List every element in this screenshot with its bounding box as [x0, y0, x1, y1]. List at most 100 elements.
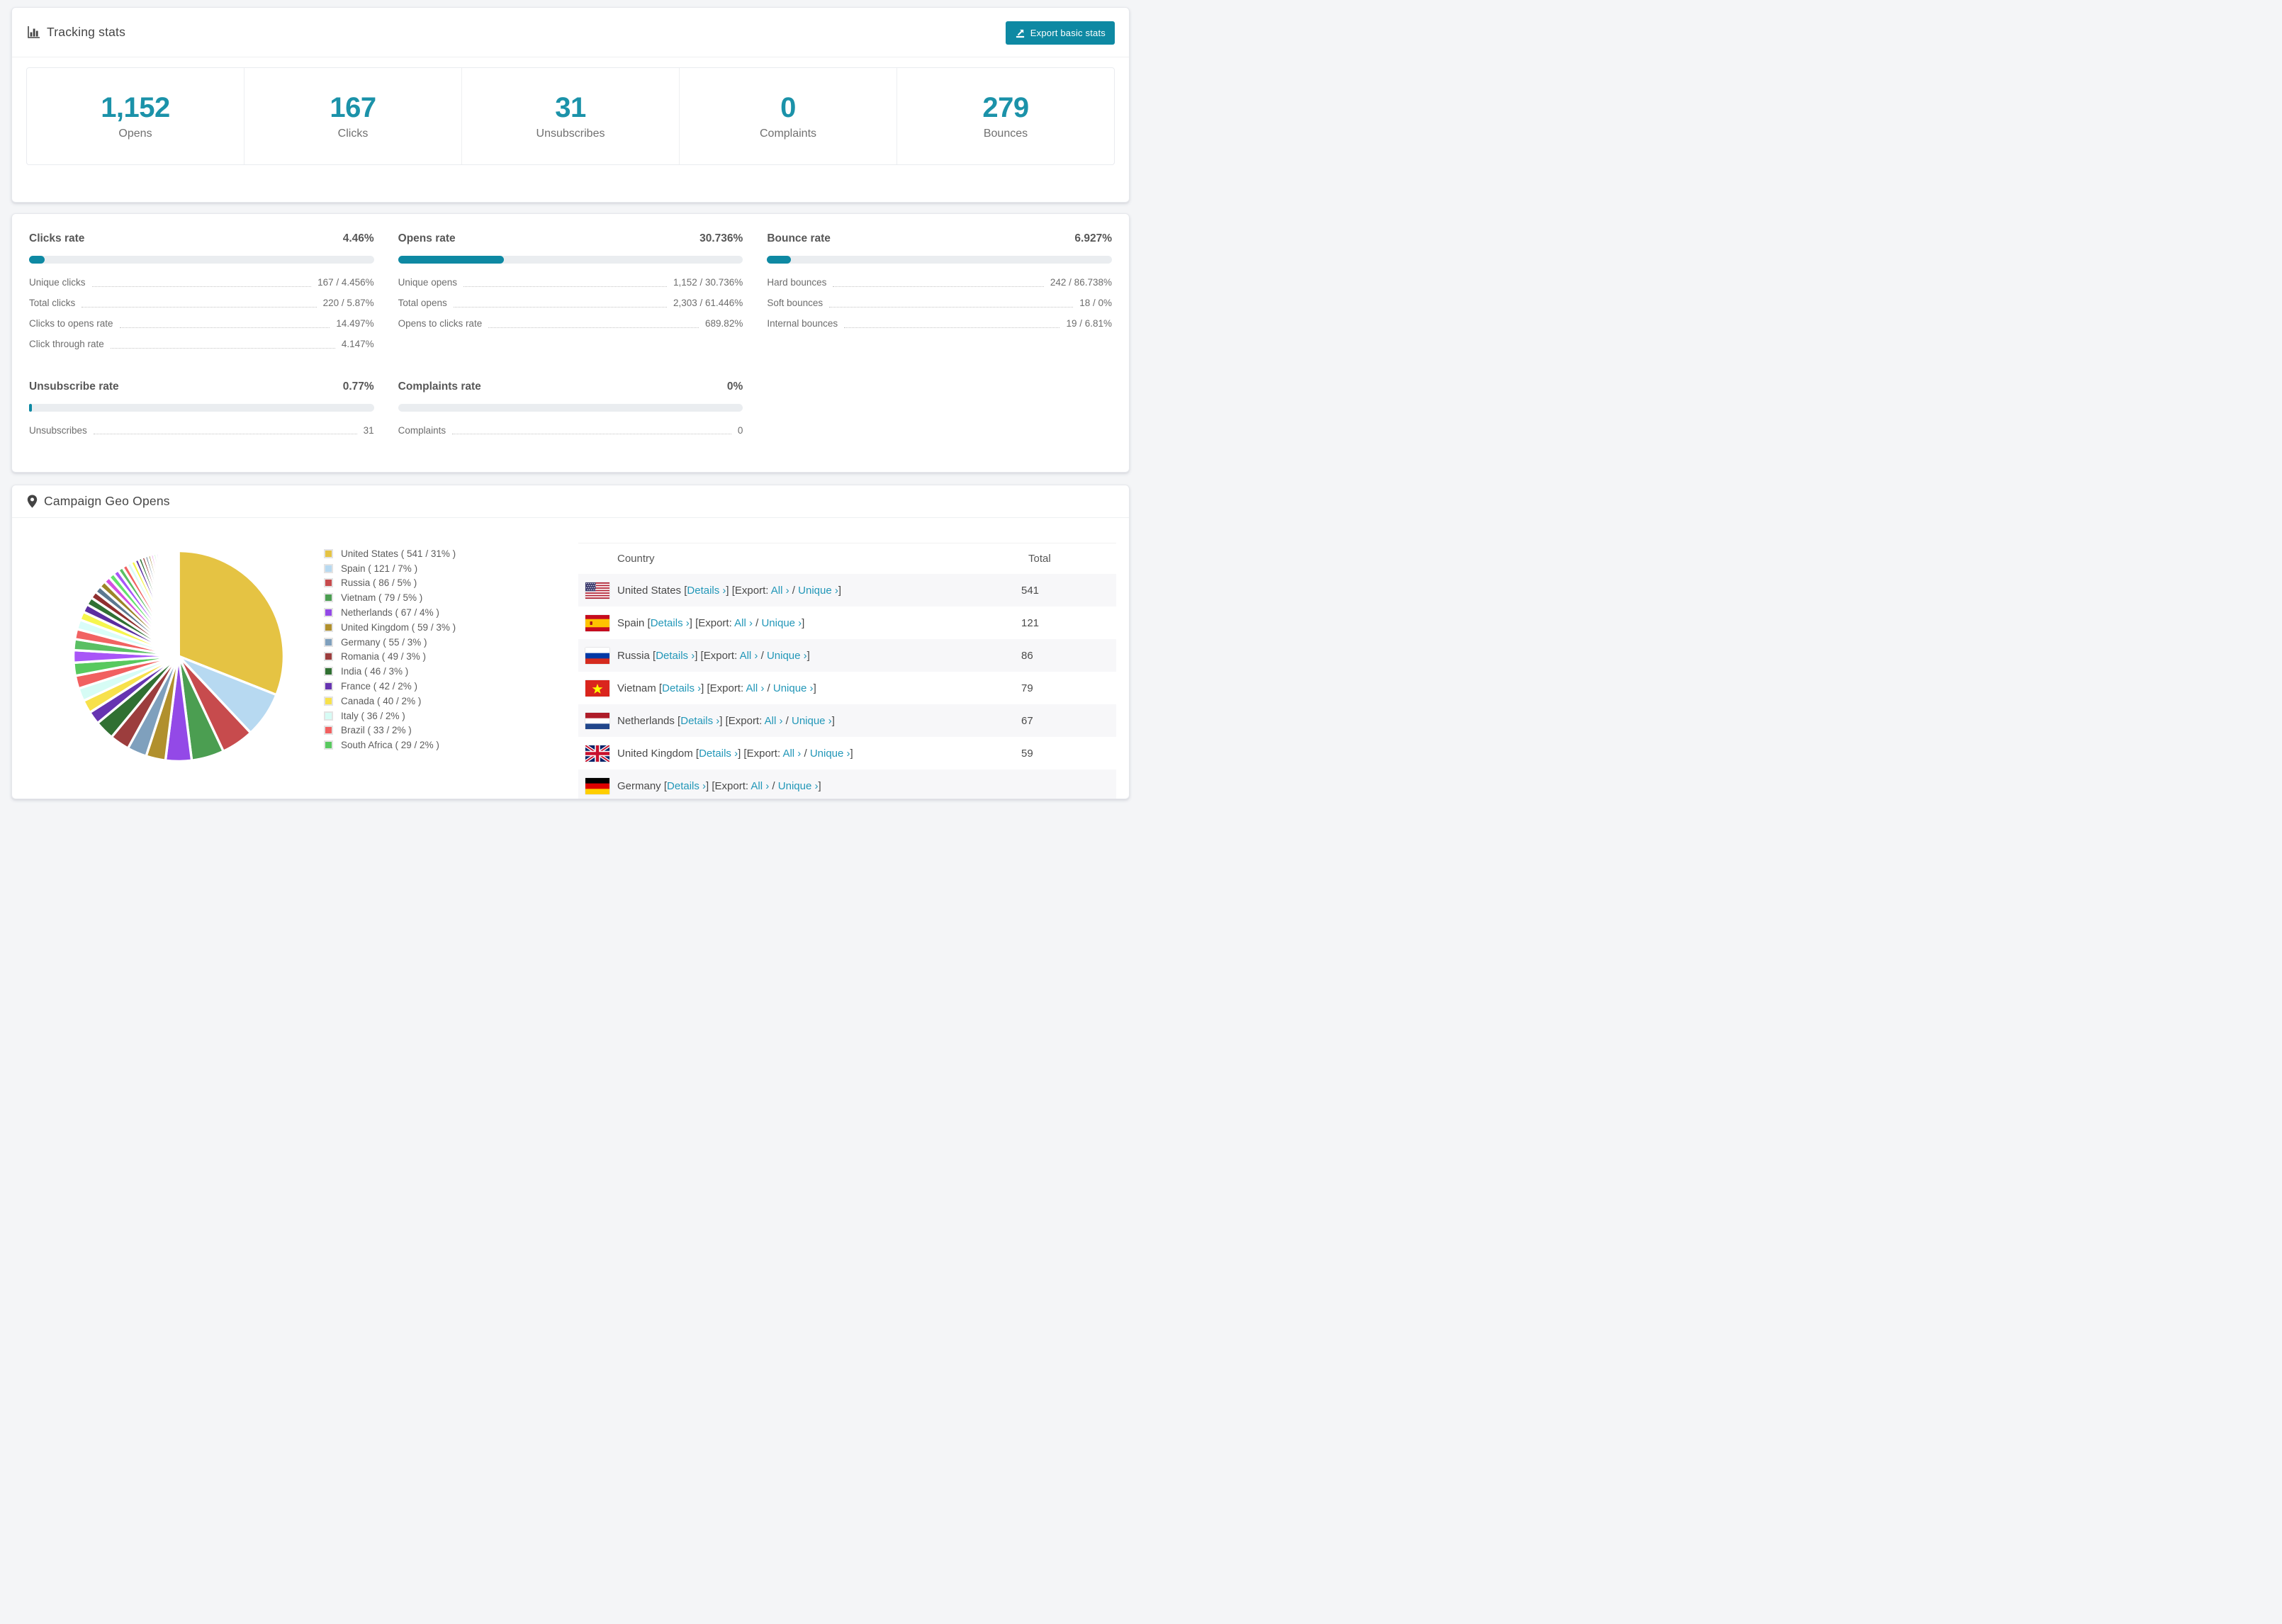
rate-row-value: 14.497% [336, 317, 374, 329]
export-all-link[interactable]: All › [751, 780, 769, 792]
export-all-link[interactable]: All › [782, 748, 801, 760]
rate-row-value: 31 [363, 424, 374, 436]
rate-row-label: Soft bounces [767, 297, 824, 308]
stat-unsubscribes: 31 Unsubscribes [461, 68, 679, 164]
bracket-close-text: ] [850, 747, 853, 760]
export-all-link[interactable]: All › [771, 585, 789, 597]
stats-row: 1,152 Opens 167 Clicks 31 Unsubscribes 0 Compla… [26, 67, 1115, 165]
country-cell: Netherlands [Details ›] [Export: All › /… [617, 715, 835, 727]
rate-row-value: 242 / 86.738% [1050, 277, 1112, 288]
geo-table-rows: United States [Details ›] [Export: All ›… [578, 574, 1116, 799]
rate-title-row: Unsubscribe rate 0.77% [29, 380, 374, 393]
rate-row-label: Opens to clicks rate [398, 317, 483, 329]
country-cell: United Kingdom [Details ›] [Export: All … [617, 748, 853, 760]
details-link[interactable]: Details › [687, 585, 726, 597]
table-row-russia: Russia [Details ›] [Export: All › / Uniq… [578, 639, 1116, 672]
rate-row-clicks-to-opens-rate: Clicks to opens rate 14.497% [29, 318, 374, 330]
rate-row-label: Total clicks [29, 297, 76, 308]
country-cell: United States [Details ›] [Export: All ›… [617, 585, 841, 597]
flag-vn-icon [585, 680, 609, 697]
progress-fill [29, 403, 32, 412]
rate-title-row: Bounce rate 6.927% [767, 232, 1112, 245]
rate-row-label: Hard bounces [767, 277, 827, 288]
stat-label: Unsubscribes [536, 128, 605, 140]
export-unique-link[interactable]: Unique › [761, 617, 802, 629]
total-cell: 67 [1021, 714, 1033, 727]
dotted-leader [829, 306, 1074, 308]
stat-label: Bounces [983, 128, 1028, 140]
rate-value: 0.77% [342, 380, 374, 393]
legend-swatch [324, 593, 333, 603]
rate-detail-rows: Complaints 0 [398, 425, 743, 437]
export-basic-stats-button[interactable]: Export basic stats [1005, 21, 1115, 45]
geo-opens-pie-chart [72, 549, 286, 763]
export-unique-link[interactable]: Unique › [798, 585, 838, 597]
country-cell: Russia [Details ›] [Export: All › / Uniq… [617, 650, 810, 662]
legend-item-russia: Russia ( 86 / 5% ) [324, 576, 456, 591]
details-link[interactable]: Details › [667, 780, 706, 792]
rate-row-complaints: Complaints 0 [398, 425, 743, 437]
rate-row-internal-bounces: Internal bounces 19 / 6.81% [767, 318, 1112, 330]
rate-label: Complaints rate [398, 380, 481, 393]
rate-value: 4.46% [342, 232, 374, 244]
export-unique-link[interactable]: Unique › [773, 682, 814, 694]
details-link[interactable]: Details › [656, 650, 695, 662]
export-unique-link[interactable]: Unique › [778, 780, 819, 792]
rate-row-total-clicks: Total clicks 220 / 5.87% [29, 298, 374, 310]
details-link[interactable]: Details › [699, 748, 738, 760]
bar-chart-icon [27, 26, 40, 39]
export-unique-link[interactable]: Unique › [792, 715, 832, 727]
legend-item-canada: Canada ( 40 / 2% ) [324, 694, 456, 709]
campaign-geo-opens-card: Campaign Geo Opens United States ( 541 /… [11, 485, 1130, 799]
export-text: ] [Export: [726, 584, 771, 597]
country-name: Spain [617, 616, 645, 629]
export-text: ] [Export: [701, 682, 746, 694]
table-row-spain: Spain [Details ›] [Export: All › / Uniqu… [578, 607, 1116, 639]
bracket-text: [ [649, 649, 656, 662]
slash-text: / [764, 682, 773, 694]
flag-es-icon [585, 614, 609, 631]
export-all-link[interactable]: All › [746, 682, 765, 694]
bracket-text: [ [644, 616, 651, 629]
slash-text: / [758, 649, 767, 662]
details-link[interactable]: Details › [662, 682, 701, 694]
rate-title-row: Clicks rate 4.46% [29, 232, 374, 245]
rate-row-soft-bounces: Soft bounces 18 / 0% [767, 298, 1112, 310]
rate-block-bounce-rate: Bounce rate 6.927% Hard bounces 242 / 86.73… [767, 232, 1112, 351]
details-link[interactable]: Details › [651, 617, 690, 629]
export-icon [1016, 29, 1024, 38]
geo-table-header: Country Total [578, 543, 1116, 574]
rate-row-unsubscribes: Unsubscribes 31 [29, 425, 374, 437]
rate-value: 6.927% [1074, 232, 1112, 244]
legend-swatch [324, 667, 333, 677]
legend-item-germany: Germany ( 55 / 3% ) [324, 635, 456, 650]
legend-item-romania: Romania ( 49 / 3% ) [324, 650, 456, 665]
export-all-link[interactable]: All › [740, 650, 758, 662]
slash-text: / [789, 584, 799, 597]
stat-label: Clicks [337, 128, 369, 140]
rate-row-unique-clicks: Unique clicks 167 / 4.456% [29, 277, 374, 289]
flag-de-icon [585, 777, 609, 794]
flag-ru-icon [585, 647, 609, 664]
details-link[interactable]: Details › [680, 715, 719, 727]
legend-item-vietnam: Vietnam ( 79 / 5% ) [324, 590, 456, 605]
bracket-close-text: ] [806, 649, 810, 662]
rate-block-complaints-rate: Complaints rate 0% Complaints 0 [398, 380, 743, 437]
legend-label: Italy ( 36 / 2% ) [341, 710, 405, 721]
dotted-leader [833, 286, 1044, 287]
tracking-stats-header: Tracking stats Export basic stats [12, 8, 1129, 57]
legend-item-india: India ( 46 / 3% ) [324, 664, 456, 679]
progress-bar-unsubscribe-rate [29, 403, 374, 412]
legend-swatch [324, 682, 333, 692]
export-all-link[interactable]: All › [765, 715, 783, 727]
bracket-close-text: ] [818, 779, 821, 792]
column-header-total: Total [1028, 553, 1051, 565]
total-cell: 79 [1021, 682, 1033, 694]
bracket-close-text: ] [813, 682, 816, 694]
export-text: ] [Export: [695, 649, 740, 662]
export-unique-link[interactable]: Unique › [810, 748, 850, 760]
export-unique-link[interactable]: Unique › [767, 650, 807, 662]
rate-row-value: 1,152 / 30.736% [673, 277, 743, 288]
flag-gb-icon [585, 745, 609, 762]
export-all-link[interactable]: All › [734, 617, 753, 629]
